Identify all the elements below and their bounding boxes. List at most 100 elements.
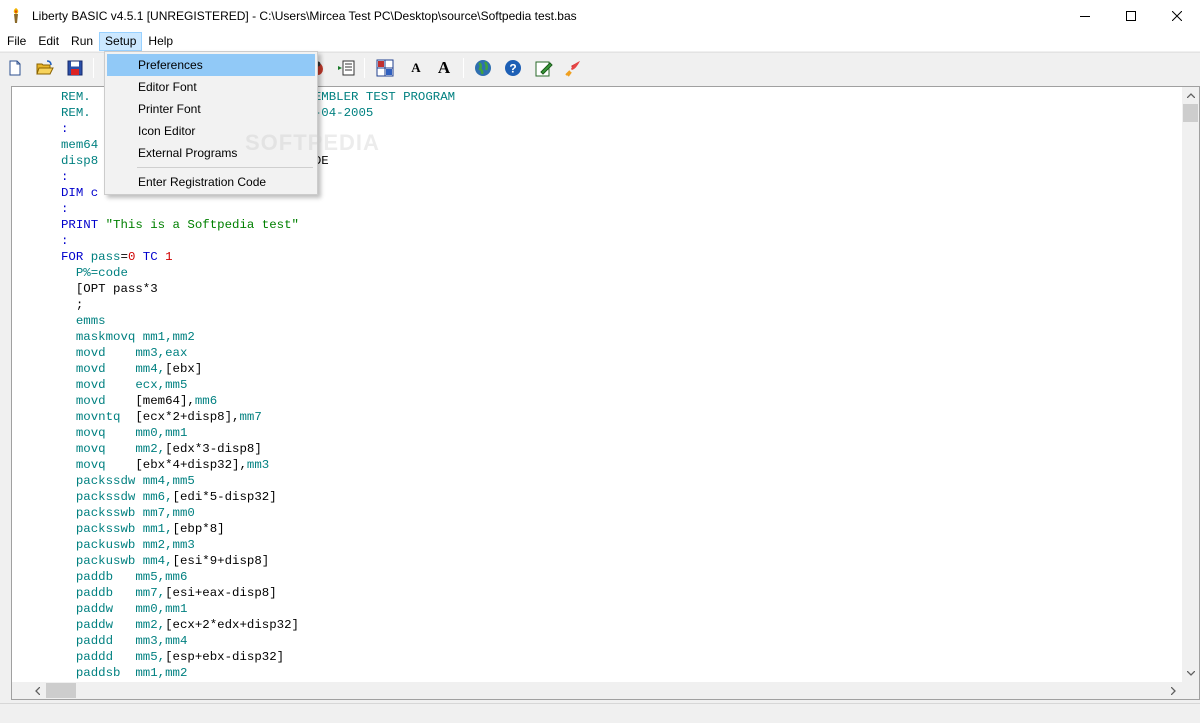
code-token: movd mm4, <box>75 362 166 376</box>
horizontal-scroll-thumb[interactable] <box>46 683 76 698</box>
new-file-button[interactable] <box>4 57 26 79</box>
menu-file[interactable]: File <box>1 32 32 51</box>
scroll-down-icon <box>1186 671 1195 676</box>
code-line[interactable]: PRINT "This is a Softpedia test" <box>61 217 455 233</box>
toolbar-separator <box>93 58 94 78</box>
menu-item-external-programs[interactable]: External Programs <box>107 142 315 164</box>
rocket-icon <box>565 61 580 77</box>
menu-item-icon-editor[interactable]: Icon Editor <box>107 120 315 142</box>
tokenize-button[interactable] <box>335 57 357 79</box>
code-line[interactable]: movq mm2,[edx*3-disp8] <box>61 441 455 457</box>
code-line[interactable]: movd [mem64],mm6 <box>61 393 455 409</box>
code-token: packuswb mm2,mm3 <box>75 538 195 552</box>
code-token: : <box>61 234 69 248</box>
code-token: ; <box>61 298 84 312</box>
code-token: pass <box>90 250 121 264</box>
scroll-down-button[interactable] <box>1182 665 1199 682</box>
code-line[interactable]: movntq [ecx*2+disp8],mm7 <box>61 409 455 425</box>
rocket-button[interactable] <box>562 57 584 79</box>
code-token: TC <box>135 250 166 264</box>
font-small-icon: A <box>411 60 421 75</box>
code-token: paddw mm0,mm1 <box>75 602 188 616</box>
close-button[interactable] <box>1154 0 1200 31</box>
code-line[interactable]: paddd mm3,mm4 <box>61 633 455 649</box>
maximize-button[interactable] <box>1108 0 1154 31</box>
code-line[interactable]: paddsb mm1,mm2 <box>61 665 455 681</box>
code-line[interactable]: ; <box>61 297 455 313</box>
toolbar-separator <box>463 58 464 78</box>
menu-item-enter-registration-code[interactable]: Enter Registration Code <box>107 171 315 193</box>
code-token: emms <box>75 314 106 328</box>
menu-run[interactable]: Run <box>65 32 99 51</box>
menu-separator <box>137 167 313 168</box>
code-line[interactable]: P%=code <box>61 265 455 281</box>
code-line[interactable]: paddw mm0,mm1 <box>61 601 455 617</box>
edit-button[interactable] <box>533 57 555 79</box>
code-line[interactable]: emms <box>61 313 455 329</box>
code-line[interactable]: paddb mm5,mm6 <box>61 569 455 585</box>
font-small-button[interactable]: A <box>405 57 427 79</box>
menu-setup[interactable]: Setup <box>99 31 143 51</box>
code-line[interactable]: packssdw mm4,mm5 <box>61 473 455 489</box>
font-large-button[interactable]: A <box>433 57 455 79</box>
menu-item-printer-font[interactable]: Printer Font <box>107 98 315 120</box>
edit-pencil-icon <box>535 61 553 77</box>
code-line[interactable]: FOR pass=0 TC 1 <box>61 249 455 265</box>
code-line[interactable]: packsswb mm1,[ebp*8] <box>61 521 455 537</box>
code-token: : <box>61 170 69 184</box>
new-file-icon <box>9 60 21 76</box>
window-controls <box>1062 0 1200 31</box>
vertical-scrollbar[interactable] <box>1182 87 1199 682</box>
open-button[interactable] <box>34 57 56 79</box>
code-token: P%=code <box>75 266 128 280</box>
code-line[interactable]: paddw mm2,[ecx+2*edx+disp32] <box>61 617 455 633</box>
menu-edit[interactable]: Edit <box>32 32 65 51</box>
code-token: mm7 <box>239 410 262 424</box>
grid-button[interactable] <box>374 57 396 79</box>
code-line[interactable]: movd mm4,[ebx] <box>61 361 455 377</box>
scroll-left-button[interactable] <box>29 682 46 699</box>
code-line[interactable]: packuswb mm2,mm3 <box>61 537 455 553</box>
code-line[interactable]: packsswb mm7,mm0 <box>61 505 455 521</box>
code-line[interactable]: movd mm3,eax <box>61 345 455 361</box>
menu-help[interactable]: Help <box>142 32 179 51</box>
code-line[interactable]: packssdw mm6,[edi*5-disp32] <box>61 489 455 505</box>
close-icon <box>1172 10 1182 21</box>
open-folder-icon <box>36 60 54 75</box>
code-line[interactable]: [OPT pass*3 <box>61 281 455 297</box>
code-line[interactable]: movq [ebx*4+disp32],mm3 <box>61 457 455 473</box>
setup-menu-dropdown: Preferences Editor Font Printer Font Ico… <box>104 51 379 195</box>
svg-text:?: ? <box>509 62 516 76</box>
code-line[interactable]: movd ecx,mm5 <box>61 377 455 393</box>
code-token: packuswb mm4, <box>75 554 173 568</box>
minimize-button[interactable] <box>1062 0 1108 31</box>
code-line[interactable]: packuswb mm4,[esi*9+disp8] <box>61 553 455 569</box>
code-token: PRINT <box>61 218 106 232</box>
code-line[interactable]: : <box>61 201 455 217</box>
scroll-right-button[interactable] <box>1165 682 1182 699</box>
code-line[interactable]: : <box>61 233 455 249</box>
code-line[interactable]: paddb mm7,[esi+eax-disp8] <box>61 585 455 601</box>
code-token: = <box>120 250 128 264</box>
code-token: [ecx+2*edx+disp32] <box>165 618 299 632</box>
code-line[interactable]: maskmovq mm1,mm2 <box>61 329 455 345</box>
code-token: [esi+eax-disp8] <box>165 586 277 600</box>
help-button[interactable]: ? <box>502 57 524 79</box>
scroll-up-button[interactable] <box>1182 87 1199 104</box>
code-line[interactable]: movq mm0,mm1 <box>61 425 455 441</box>
horizontal-scrollbar[interactable] <box>12 682 1182 699</box>
title-bar: Liberty BASIC v4.5.1 [UNREGISTERED] - C:… <box>0 0 1200 31</box>
vertical-scroll-thumb[interactable] <box>1183 104 1198 122</box>
scrollbar-corner <box>1182 682 1199 699</box>
menu-item-editor-font[interactable]: Editor Font <box>107 76 315 98</box>
grid-icon <box>376 59 394 77</box>
code-line[interactable]: paddd mm5,[esp+ebx-disp32] <box>61 649 455 665</box>
save-button[interactable] <box>64 57 86 79</box>
menu-item-preferences[interactable]: Preferences <box>107 54 315 76</box>
globe-button[interactable] <box>472 57 494 79</box>
